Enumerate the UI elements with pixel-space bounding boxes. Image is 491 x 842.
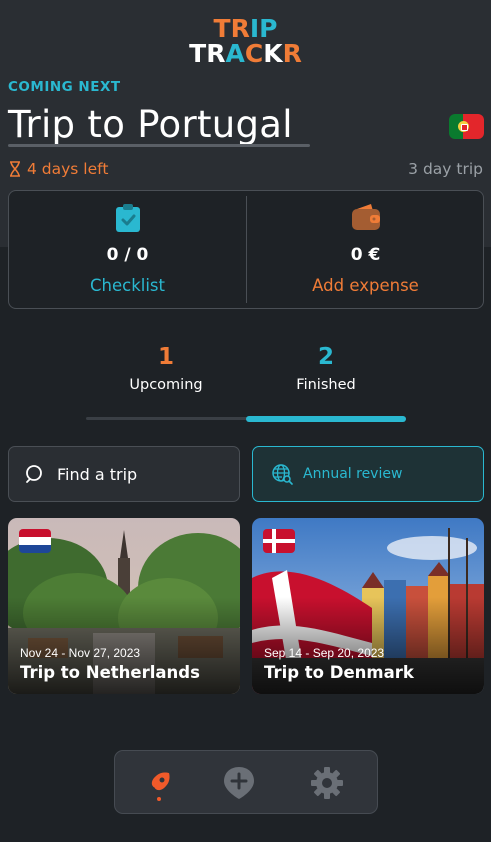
trip-title: Trip to Denmark (264, 663, 414, 682)
add-expense-label: Add expense (312, 276, 419, 295)
expense-stat[interactable]: 0 € Add expense (247, 191, 484, 310)
checklist-stat[interactable]: 0 / 0 Checklist (9, 191, 246, 310)
netherlands-flag-icon (19, 529, 51, 553)
annual-review-button[interactable]: Annual review (252, 446, 484, 502)
portugal-flag-icon (449, 114, 484, 139)
title-underline (8, 144, 310, 147)
trip-duration: 3 day trip (408, 160, 483, 178)
annual-review-label: Annual review (303, 466, 403, 482)
nav-add-trip[interactable] (209, 751, 269, 815)
next-trip-title[interactable]: Trip to Portugal (8, 103, 293, 146)
bottom-navigation (114, 750, 378, 814)
find-trip-search[interactable]: Find a trip (8, 446, 240, 502)
nav-trips[interactable] (129, 751, 189, 815)
coming-next-label: COMING NEXT (8, 79, 121, 95)
rocket-icon (149, 772, 170, 793)
upcoming-count: 1 (157, 344, 174, 370)
app-logo: TRIP TRACKR (189, 14, 302, 68)
hourglass-icon (10, 161, 20, 177)
trip-card-denmark[interactable]: Sep 14 - Sep 20, 2023 Trip to Denmark (252, 518, 484, 694)
wallet-icon (351, 204, 380, 230)
globe-search-icon (272, 464, 293, 485)
trip-dates: Sep 14 - Sep 20, 2023 (264, 646, 385, 660)
tab-finished[interactable]: 2 Finished (246, 340, 406, 393)
trip-tabs: 1 Upcoming 2 Finished (86, 340, 406, 430)
denmark-flag-icon (263, 529, 295, 553)
countdown: 4 days left (9, 160, 108, 178)
trip-dates: Nov 24 - Nov 27, 2023 (20, 646, 141, 660)
finished-label: Finished (296, 377, 356, 393)
finished-count: 2 (317, 344, 334, 370)
trip-stats-card: 0 / 0 Checklist 0 € Add expense (8, 190, 484, 309)
gear-icon (311, 767, 343, 799)
active-nav-dot (157, 797, 161, 801)
search-icon (26, 465, 42, 483)
checklist-label: Checklist (90, 276, 165, 295)
trip-card-netherlands[interactable]: Nov 24 - Nov 27, 2023 Trip to Netherland… (8, 518, 240, 694)
tab-upcoming[interactable]: 1 Upcoming (86, 340, 246, 393)
clipboard-icon (115, 204, 140, 232)
upcoming-label: Upcoming (129, 377, 203, 393)
checklist-count: 0 / 0 (106, 245, 149, 265)
search-placeholder: Find a trip (57, 464, 138, 484)
tab-active-indicator (246, 416, 406, 422)
countdown-text: 4 days left (27, 160, 109, 178)
add-location-icon (224, 767, 254, 799)
nav-settings[interactable] (297, 751, 357, 815)
expense-total: 0 € (350, 245, 381, 265)
trip-title: Trip to Netherlands (20, 663, 200, 682)
